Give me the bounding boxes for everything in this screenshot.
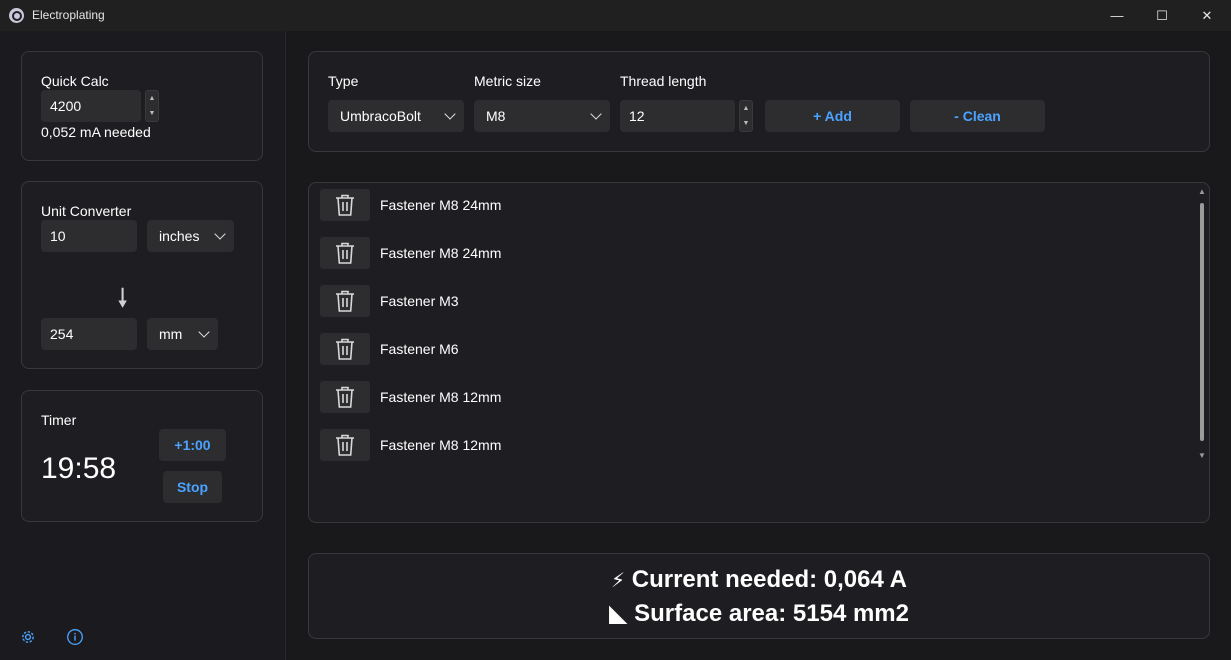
timer-card: Timer 19:58 +1:00 Stop [21, 390, 263, 522]
scrollbar[interactable]: ▲ ▼ [1198, 187, 1206, 463]
current-needed-text: Current needed: 0,064 A [631, 566, 907, 593]
chevron-down-icon [214, 228, 226, 240]
timer-stop-button[interactable]: Stop [163, 471, 222, 503]
delete-fastener-button[interactable] [320, 429, 370, 461]
lightning-icon: ⚡ [611, 570, 626, 592]
stepper-down-icon[interactable]: ▼ [743, 120, 750, 127]
type-label: Type [328, 73, 359, 89]
window-title: Electroplating [32, 8, 105, 22]
metric-size-label: Metric size [474, 73, 541, 89]
thread-length-label: Thread length [620, 73, 707, 89]
timer-display: 19:58 [41, 452, 117, 485]
minimize-button[interactable]: — [1094, 0, 1140, 31]
app-logo-icon [9, 8, 24, 23]
trash-icon [336, 386, 354, 408]
delete-fastener-button[interactable] [320, 189, 370, 221]
triangle-ruler-icon: ◣ [609, 600, 628, 627]
close-button[interactable]: ✕ [1184, 0, 1230, 31]
fastener-list: Fastener M8 24mm Fastener M8 24mm Fastener… [308, 182, 1210, 523]
quick-calc-input[interactable]: 4200 [41, 90, 141, 122]
type-select-value: UmbracoBolt [340, 108, 421, 124]
list-item: Fastener M8 24mm [309, 189, 1189, 221]
main-panel: Type UmbracoBolt Metric size M8 Thread l… [286, 31, 1231, 660]
delete-fastener-button[interactable] [320, 285, 370, 317]
trash-icon [336, 194, 354, 216]
chevron-down-icon [590, 108, 602, 120]
scroll-up-icon[interactable]: ▲ [1198, 187, 1206, 196]
trash-icon [336, 338, 354, 360]
converter-to-input[interactable]: 254 [41, 318, 137, 350]
chevron-down-icon [198, 326, 210, 338]
timer-title: Timer [41, 412, 77, 428]
surface-area-line: ◣ Surface area: 5154 mm2 [309, 599, 1209, 628]
trash-icon [336, 434, 354, 456]
timer-add-minute-button[interactable]: +1:00 [159, 429, 226, 461]
current-needed-line: ⚡ Current needed: 0,064 A [309, 566, 1209, 594]
converter-from-unit-label: inches [159, 228, 200, 244]
trash-icon [336, 290, 354, 312]
metric-size-select[interactable]: M8 [474, 100, 610, 132]
sidebar: Quick Calc 4200 ▲ ▼ 0,052 mA needed Unit… [0, 31, 286, 660]
title-bar: Electroplating — ☐ ✕ [0, 0, 1231, 31]
quick-calc-title: Quick Calc [41, 73, 109, 89]
fastener-label: Fastener M6 [380, 341, 459, 357]
converter-from-unit-select[interactable]: inches [147, 220, 234, 252]
trash-icon [336, 242, 354, 264]
list-item: Fastener M8 12mm [309, 381, 1189, 413]
list-item: Fastener M6 [309, 333, 1189, 365]
type-select[interactable]: UmbracoBolt [328, 100, 464, 132]
fastener-toolbar: Type UmbracoBolt Metric size M8 Thread l… [308, 51, 1210, 152]
gear-icon[interactable] [19, 628, 37, 646]
fastener-label: Fastener M3 [380, 293, 459, 309]
delete-fastener-button[interactable] [320, 237, 370, 269]
quick-calc-stepper[interactable]: ▲ ▼ [145, 90, 159, 122]
list-item: Fastener M3 [309, 285, 1189, 317]
delete-fastener-button[interactable] [320, 333, 370, 365]
stepper-up-icon[interactable]: ▲ [149, 95, 156, 102]
unit-converter-card: Unit Converter 10 inches 🠗 254 mm [21, 181, 263, 369]
add-fastener-button[interactable]: + Add [765, 100, 900, 132]
fastener-label: Fastener M8 12mm [380, 437, 502, 453]
maximize-button[interactable]: ☐ [1139, 0, 1185, 31]
unit-converter-title: Unit Converter [41, 203, 132, 219]
list-item: Fastener M8 12mm [309, 429, 1189, 461]
thread-length-input[interactable]: 12 [620, 100, 735, 132]
chevron-down-icon [444, 108, 456, 120]
stepper-down-icon[interactable]: ▼ [149, 110, 156, 117]
converter-to-unit-label: mm [159, 326, 183, 342]
stepper-up-icon[interactable]: ▲ [743, 105, 750, 112]
delete-fastener-button[interactable] [320, 381, 370, 413]
converter-from-input[interactable]: 10 [41, 220, 137, 252]
scrollbar-thumb[interactable] [1200, 203, 1204, 441]
fastener-label: Fastener M8 12mm [380, 389, 502, 405]
metric-size-value: M8 [486, 108, 506, 124]
fastener-label: Fastener M8 24mm [380, 197, 502, 213]
quick-calc-card: Quick Calc 4200 ▲ ▼ 0,052 mA needed [21, 51, 263, 161]
summary-card: ⚡ Current needed: 0,064 A ◣ Surface area… [308, 553, 1210, 639]
fastener-label: Fastener M8 24mm [380, 245, 502, 261]
thread-length-stepper[interactable]: ▲ ▼ [739, 100, 753, 132]
list-item: Fastener M8 24mm [309, 237, 1189, 269]
surface-area-text: Surface area: 5154 mm2 [634, 600, 909, 627]
info-icon[interactable] [66, 628, 84, 646]
clean-list-button[interactable]: - Clean [910, 100, 1045, 132]
quick-calc-result: 0,052 mA needed [41, 124, 151, 140]
converter-to-unit-select[interactable]: mm [147, 318, 218, 350]
scroll-down-icon[interactable]: ▼ [1198, 451, 1206, 460]
